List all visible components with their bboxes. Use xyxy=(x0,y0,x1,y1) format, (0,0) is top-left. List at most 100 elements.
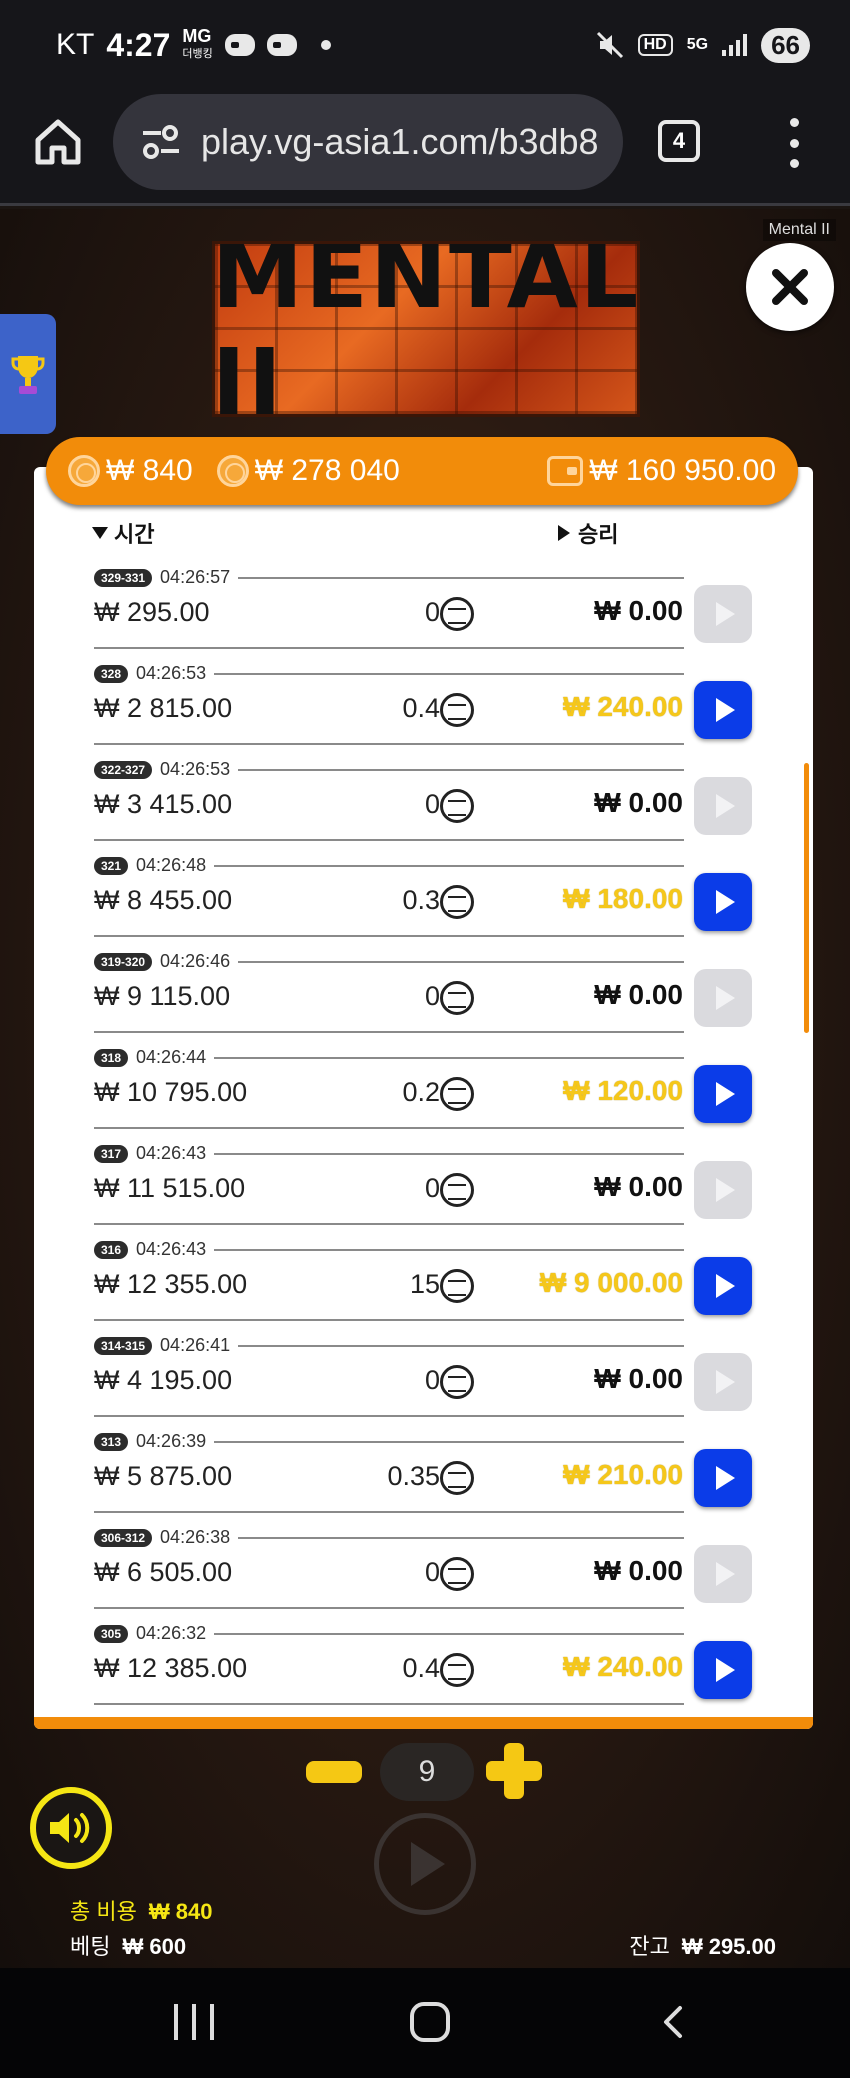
play-icon xyxy=(716,1562,735,1586)
mg-sub: 더뱅킹 xyxy=(182,48,213,60)
row-bet: ₩ 4 195.00 xyxy=(94,1365,233,1395)
replay-button[interactable] xyxy=(694,585,752,643)
row-bet: ₩ 10 795.00 xyxy=(94,1077,248,1107)
row-separator xyxy=(94,743,684,745)
round-badge: 314-315 xyxy=(94,1336,153,1355)
sound-toggle-button[interactable] xyxy=(30,1787,112,1869)
home-nav-button[interactable] xyxy=(410,2002,450,2042)
row-divider xyxy=(214,864,684,867)
row-bet: ₩ 2 815.00 xyxy=(94,693,233,723)
address-bar[interactable]: play.vg-asia1.com/b3db8 xyxy=(113,94,623,190)
wallet-icon xyxy=(547,456,584,486)
chip-icon xyxy=(440,1653,474,1687)
row-bet: ₩ 12 355.00 xyxy=(94,1269,248,1299)
row-divider xyxy=(238,960,684,963)
row-bet: ₩ 12 385.00 xyxy=(94,1653,248,1683)
replay-button[interactable] xyxy=(694,777,752,835)
replay-button[interactable] xyxy=(694,1545,752,1603)
row-time: 04:26:57 xyxy=(160,567,231,587)
row-time: 04:26:53 xyxy=(160,759,231,779)
row-win: ₩ 240.00 xyxy=(563,691,683,722)
replay-button[interactable] xyxy=(694,1353,752,1411)
replay-button[interactable] xyxy=(694,1641,752,1699)
row-bet: ₩ 5 875.00 xyxy=(94,1461,233,1491)
row-divider xyxy=(238,576,684,579)
row-win: ₩ 180.00 xyxy=(563,883,683,914)
site-settings-icon[interactable] xyxy=(141,124,181,160)
row-win: ₩ 0.00 xyxy=(594,979,683,1010)
total-cost-value: ₩ 840 xyxy=(148,1899,213,1924)
replay-button[interactable] xyxy=(694,1257,752,1315)
row-separator xyxy=(94,935,684,937)
chip-icon xyxy=(440,789,474,823)
row-time: 04:26:38 xyxy=(160,1527,231,1547)
history-row: 31704:26:43₩ 11 515.000 x₩ 0.00 xyxy=(34,1139,813,1235)
play-icon xyxy=(716,698,735,722)
status-bar: KT 4:27 MG 더뱅킹 HD 5G 66 xyxy=(0,0,850,90)
mg-label: MG 더뱅킹 xyxy=(182,27,212,63)
tab-switcher-button[interactable]: 4 xyxy=(658,120,700,162)
row-time: 04:26:48 xyxy=(136,855,207,875)
decrease-bet-button[interactable] xyxy=(306,1761,362,1783)
game-title-tag: Mental II xyxy=(762,219,836,241)
round-badge: 322-327 xyxy=(94,760,153,779)
gamepad-icon xyxy=(224,34,255,56)
row-meta: 318 04:26:44 xyxy=(94,1047,684,1068)
status-time: 4:27 xyxy=(106,26,171,63)
row-win: ₩ 210.00 xyxy=(563,1459,683,1490)
notification-dot-icon xyxy=(320,40,331,50)
speaker-icon xyxy=(50,1813,90,1843)
scrollbar[interactable] xyxy=(804,763,809,1033)
replay-button[interactable] xyxy=(694,1161,752,1219)
row-win: ₩ 0.00 xyxy=(594,595,683,626)
carrier-label: KT xyxy=(56,28,95,61)
row-separator xyxy=(94,1031,684,1033)
replay-button[interactable] xyxy=(694,969,752,1027)
play-icon xyxy=(716,1082,735,1106)
spin-button[interactable] xyxy=(374,1813,476,1915)
back-icon[interactable] xyxy=(656,2004,692,2040)
bet-value: ₩ 600 xyxy=(122,1934,187,1959)
recent-apps-button[interactable] xyxy=(174,2004,214,2040)
mg-text: MG xyxy=(182,26,212,46)
round-badge: 319-320 xyxy=(94,952,153,971)
row-separator xyxy=(94,1607,684,1609)
logo-text: MENTAL II xyxy=(212,241,640,417)
row-win: ₩ 0.00 xyxy=(594,1171,683,1202)
round-badge: 321 xyxy=(94,856,129,875)
row-bet: ₩ 8 455.00 xyxy=(94,885,233,915)
row-win: ₩ 0.00 xyxy=(594,1363,683,1394)
chip-icon xyxy=(440,597,474,631)
replay-button[interactable] xyxy=(694,681,752,739)
increase-bet-button[interactable] xyxy=(486,1743,542,1799)
close-button[interactable] xyxy=(746,243,834,331)
win-column-label: 승리 xyxy=(578,522,619,547)
replay-button[interactable] xyxy=(694,1449,752,1507)
row-divider xyxy=(238,768,684,771)
row-separator xyxy=(94,1319,684,1321)
row-separator xyxy=(94,1415,684,1417)
leaderboard-button[interactable] xyxy=(0,314,56,434)
round-badge: 328 xyxy=(94,664,129,683)
history-row: 306-31204:26:38₩ 6 505.000 x₩ 0.00 xyxy=(34,1523,813,1619)
row-separator xyxy=(94,1223,684,1225)
wallet-display: ₩ 160 950.00 xyxy=(547,454,776,488)
history-row: 316 04:26:43 ₩ 12 355.00 15 x ₩ 9 000.00 xyxy=(34,1235,813,1331)
history-row: 329-33104:26:57₩ 295.000 x₩ 0.00 xyxy=(34,563,813,659)
more-options-icon[interactable] xyxy=(784,118,804,168)
sort-time-header[interactable]: 시간 xyxy=(92,517,154,549)
bet-level-value: 9 xyxy=(380,1743,474,1801)
gamepad-icon xyxy=(266,34,297,56)
win-column-header[interactable]: 승리 xyxy=(558,517,618,549)
home-icon[interactable] xyxy=(30,114,86,170)
replay-button[interactable] xyxy=(694,1065,752,1123)
total-cost-label: 총 비용 xyxy=(70,1899,137,1924)
history-panel[interactable]: 시간 승리 329-33104:26:57₩ 295.000 x₩ 0.00 32… xyxy=(34,467,813,1729)
row-time: 04:26:53 xyxy=(136,663,207,683)
replay-button[interactable] xyxy=(694,873,752,931)
row-meta: 313 04:26:39 xyxy=(94,1431,684,1452)
hd-badge: HD xyxy=(637,34,673,56)
round-badge: 316 xyxy=(94,1240,129,1259)
row-win: ₩ 0.00 xyxy=(594,1555,683,1586)
row-time: 04:26:39 xyxy=(136,1431,207,1451)
